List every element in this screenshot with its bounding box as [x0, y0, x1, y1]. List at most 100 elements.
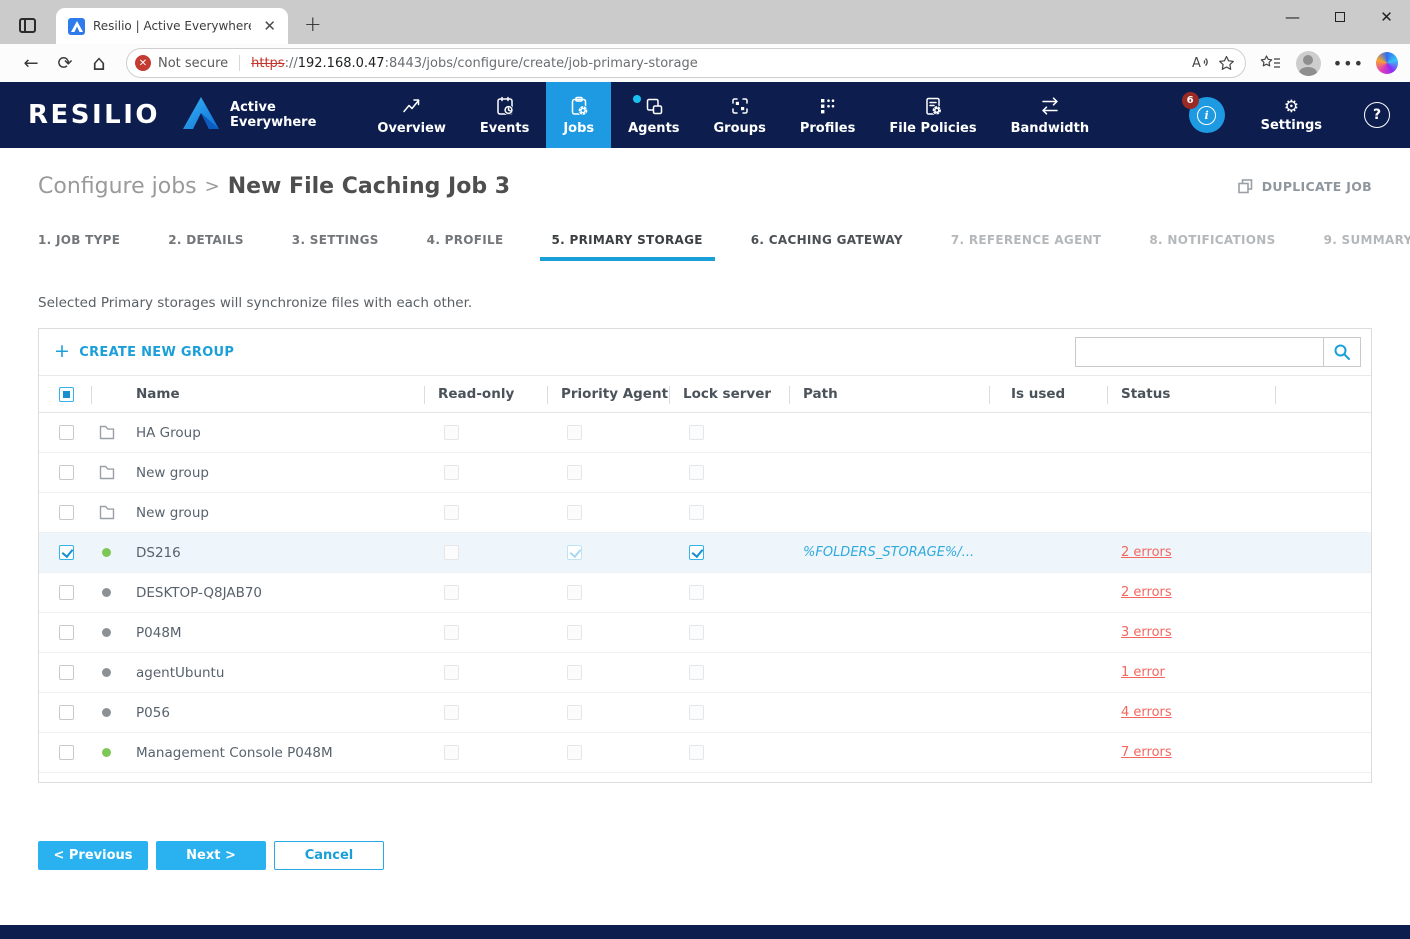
folder-icon	[99, 505, 115, 520]
step-reference-agent: 7. REFERENCE AGENT	[951, 233, 1102, 247]
lock-server-checkbox	[689, 665, 704, 680]
url-text[interactable]: https://192.168.0.47:8443/jobs/configure…	[251, 56, 1184, 71]
table-row[interactable]: P0564 errors	[39, 693, 1371, 733]
create-new-group-button[interactable]: + CREATE NEW GROUP	[54, 342, 234, 362]
read-only-checkbox	[444, 545, 459, 560]
table-row[interactable]: P048M 3 errors	[39, 613, 1371, 653]
column-header-lock-server: Lock server	[669, 376, 789, 412]
row-select-checkbox[interactable]	[59, 665, 74, 680]
home-icon[interactable]: ⌂	[84, 48, 114, 78]
row-select-checkbox[interactable]	[59, 705, 74, 720]
step-settings[interactable]: 3. SETTINGS	[292, 233, 379, 247]
not-secure-icon[interactable]: ✕	[135, 55, 151, 71]
duplicate-job-button[interactable]: DUPLICATE JOB	[1238, 179, 1372, 194]
maximize-button[interactable]	[1316, 8, 1363, 26]
nav-item-profiles[interactable]: Profiles	[783, 82, 873, 148]
step-details[interactable]: 2. DETAILS	[168, 233, 244, 247]
row-select-checkbox[interactable]	[59, 545, 74, 560]
workspaces-icon[interactable]	[12, 10, 42, 40]
info-icon: i	[1197, 106, 1216, 125]
row-select-checkbox[interactable]	[59, 465, 74, 480]
copilot-icon[interactable]	[1376, 52, 1398, 74]
cancel-button[interactable]: Cancel	[274, 841, 384, 870]
table-row[interactable]: Management Console P048M 7 errors	[39, 733, 1371, 773]
bandwidth-arrows-icon	[1039, 95, 1061, 117]
gear-icon: ⚙	[1284, 98, 1299, 116]
new-tab-button[interactable]: +	[304, 12, 322, 36]
lock-server-checkbox	[689, 425, 704, 440]
lock-server-checkbox[interactable]	[689, 545, 704, 560]
status-errors-link[interactable]: 3 errors	[1121, 625, 1172, 640]
next-button[interactable]: Next >	[156, 841, 266, 870]
close-button[interactable]: ✕	[1363, 8, 1410, 26]
search-input[interactable]	[1075, 337, 1323, 367]
favorites-bar-icon[interactable]	[1260, 55, 1282, 72]
table-row[interactable]: agentUbuntu1 error	[39, 653, 1371, 693]
profile-avatar[interactable]	[1296, 51, 1321, 76]
row-select-checkbox[interactable]	[59, 505, 74, 520]
status-errors-link[interactable]: 4 errors	[1121, 705, 1172, 720]
favorite-star-icon[interactable]	[1218, 55, 1235, 72]
table-row[interactable]: HA Group	[39, 413, 1371, 453]
notifications-info-button[interactable]: i 6	[1189, 97, 1225, 133]
table-body: HA GroupNew groupNew groupDS216%FOLDERS_…	[39, 413, 1371, 773]
divider	[239, 55, 240, 71]
table-row[interactable]: New group	[39, 453, 1371, 493]
address-bar[interactable]: ✕ Not secure https://192.168.0.47:8443/j…	[126, 48, 1246, 78]
step-primary-storage[interactable]: 5. PRIMARY STORAGE	[552, 233, 703, 247]
row-name: Management Console P048M	[129, 745, 424, 761]
step-caching-gateway[interactable]: 6. CACHING GATEWAY	[751, 233, 903, 247]
column-header-is-used: Is used	[989, 376, 1107, 412]
step-notifications: 8. NOTIFICATIONS	[1149, 233, 1275, 247]
status-errors-link[interactable]: 7 errors	[1121, 745, 1172, 760]
copy-icon	[1238, 179, 1253, 194]
status-errors-link[interactable]: 2 errors	[1121, 585, 1172, 600]
table-row[interactable]: DESKTOP-Q8JAB702 errors	[39, 573, 1371, 613]
table-row[interactable]: New group	[39, 493, 1371, 533]
previous-button[interactable]: < Previous	[38, 841, 148, 870]
select-all-checkbox[interactable]	[59, 387, 74, 402]
nav-item-overview[interactable]: Overview	[360, 82, 463, 148]
nav-item-agents[interactable]: Agents	[611, 82, 696, 148]
row-select-checkbox[interactable]	[59, 425, 74, 440]
table-row[interactable]: DS216%FOLDERS_STORAGE%/...2 errors	[39, 533, 1371, 573]
nav-item-groups[interactable]: Groups	[697, 82, 783, 148]
plus-icon: +	[54, 340, 70, 362]
nav-item-jobs[interactable]: Jobs	[546, 82, 611, 148]
path-link[interactable]: %FOLDERS_STORAGE%/...	[803, 545, 974, 560]
step-profile[interactable]: 4. PROFILE	[427, 233, 504, 247]
search-icon	[1333, 343, 1351, 361]
nav-item-bandwidth[interactable]: Bandwidth	[994, 82, 1106, 148]
browser-menu-icon[interactable]: •••	[1325, 54, 1372, 73]
read-aloud-icon[interactable]: A	[1191, 53, 1211, 74]
online-status-dot	[102, 748, 111, 757]
search-button[interactable]	[1323, 337, 1361, 367]
row-name: P048M	[129, 625, 424, 641]
primary-storage-panel: + CREATE NEW GROUP Name Read-only Priori…	[38, 328, 1372, 783]
priority-agent-checkbox	[567, 505, 582, 520]
offline-status-dot	[102, 668, 111, 677]
help-button[interactable]: ?	[1364, 102, 1390, 128]
browser-tab[interactable]: Resilio | Active Everywhere ✕	[56, 8, 288, 44]
reload-icon[interactable]: ⟳	[50, 48, 80, 78]
row-select-checkbox[interactable]	[59, 745, 74, 760]
nav-item-file-policies[interactable]: File Policies	[872, 82, 993, 148]
row-select-checkbox[interactable]	[59, 625, 74, 640]
status-errors-link[interactable]: 1 error	[1121, 665, 1165, 680]
browser-toolbar: ← ⟳ ⌂ ✕ Not secure https://192.168.0.47:…	[0, 44, 1410, 82]
status-errors-link[interactable]: 2 errors	[1121, 545, 1172, 560]
minimize-button[interactable]: —	[1269, 8, 1316, 26]
tab-close-icon[interactable]: ✕	[259, 17, 280, 35]
step-job-type[interactable]: 1. JOB TYPE	[38, 233, 120, 247]
nav-item-settings[interactable]: ⚙ Settings	[1261, 98, 1322, 133]
nav-item-events[interactable]: Events	[463, 82, 546, 148]
priority-agent-checkbox	[567, 545, 582, 560]
back-icon[interactable]: ←	[16, 48, 46, 78]
row-name: HA Group	[129, 425, 424, 441]
row-select-checkbox[interactable]	[59, 585, 74, 600]
column-header-name: Name	[129, 376, 424, 412]
agents-notification-dot	[633, 95, 641, 103]
folder-icon	[99, 465, 115, 480]
breadcrumb[interactable]: Configure jobs	[38, 174, 197, 199]
svg-text:A: A	[1192, 56, 1201, 70]
